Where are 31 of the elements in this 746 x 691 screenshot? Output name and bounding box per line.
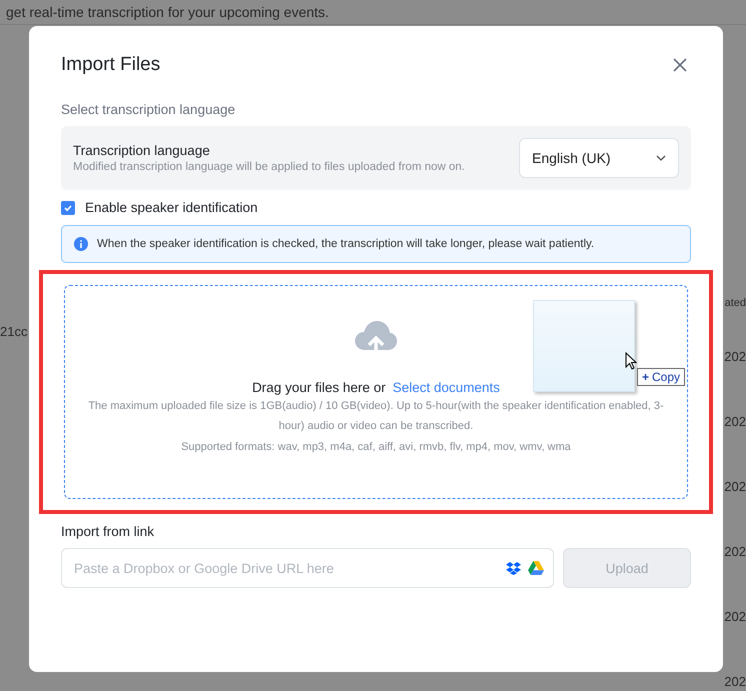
table-cell-text: 202 [724, 544, 746, 561]
column-header: ated [724, 297, 746, 311]
section-label: Select transcription language [61, 102, 236, 117]
dialog-title: Import Files [61, 54, 160, 76]
setting-description: Modified transcription language will be applied to files uploaded from now on. [73, 161, 465, 173]
drive-icon [528, 561, 544, 575]
language-select[interactable]: English (UK) [519, 138, 679, 178]
select-documents-link[interactable]: Select documents [392, 380, 500, 395]
checkbox-label: Enable speaker identification [85, 200, 258, 215]
banner-text: get real-time transcription for your upcoming events. [6, 4, 329, 20]
info-icon [74, 237, 88, 251]
drop-zone[interactable] [64, 285, 688, 499]
drag-tooltip: + Copy [637, 368, 686, 386]
setting-title: Transcription language [73, 143, 211, 158]
url-field[interactable]: Paste a Dropbox or Google Drive URL here [61, 548, 554, 588]
formats-text: Supported formats: wav, mp3, m4a, caf, aiff, avi, rmvb, flv, mp4, mov, wmv, wma [181, 440, 571, 455]
chevron-down-icon [656, 155, 666, 161]
checkbox[interactable] [61, 200, 75, 214]
table-cell-text: 202 [724, 479, 746, 496]
table-cell-text: 202 [724, 349, 746, 366]
info-text: When the speaker identification is checked, the transcription will take longer, please wait patiently. [97, 238, 594, 250]
table-cell: 21cc [0, 324, 28, 339]
size-limit-text: The maximum uploaded file size is 1GB(audio) / 10 GB(video). Up to 5-hour(with the speaker identification enabled, 3-hour) audio or video can be transcribed. [87, 399, 665, 434]
checkmark-icon [63, 202, 73, 212]
section-label: Import from link [61, 524, 156, 539]
table-cell-text: 202 [724, 609, 746, 626]
drop-prompt: Drag your files here or [252, 380, 386, 395]
pointer-icon [625, 352, 637, 370]
table-cell-text: 202 [724, 414, 746, 431]
dropbox-icon [506, 562, 521, 575]
table-cell: 202 [724, 674, 746, 691]
